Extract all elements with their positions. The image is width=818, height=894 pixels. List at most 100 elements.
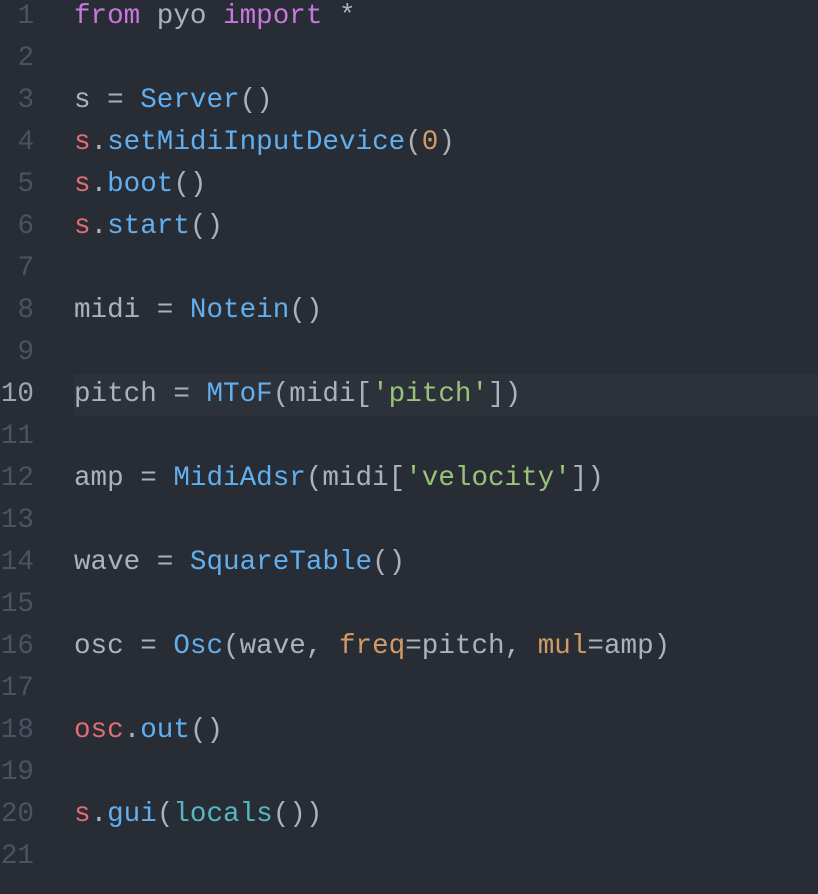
line-number: 6 [17,211,34,242]
line-code[interactable] [74,416,818,458]
line-code[interactable] [74,836,818,878]
code-line[interactable]: 17 [0,668,818,710]
line-code[interactable] [74,668,818,710]
code-token-param: freq [338,631,406,662]
code-token-txt: . [90,127,108,158]
line-code[interactable]: amp = MidiAdsr(midi['velocity']) [74,458,818,500]
code-token-txt: pyo [140,1,224,32]
code-line[interactable]: 3 s = Server() [0,80,818,122]
line-number: 3 [17,85,34,116]
code-line[interactable]: 1 from pyo import * [0,0,818,38]
code-line[interactable]: 13 [0,500,818,542]
code-token-txt: wave = [74,547,190,578]
line-code[interactable] [74,584,818,626]
code-line[interactable]: 16 osc = Osc(wave, freq=pitch, mul=amp) [0,626,818,668]
line-code[interactable] [74,248,818,290]
line-number: 17 [0,673,34,704]
line-number: 16 [0,631,34,662]
code-line[interactable]: 8 midi = Notein() [0,290,818,332]
line-code[interactable]: midi = Notein() [74,290,818,332]
line-number: 12 [0,463,34,494]
code-token-fn: setMidiInputDevice [107,127,406,158]
line-code[interactable]: s.setMidiInputDevice(0) [74,122,818,164]
line-number: 18 [0,715,34,746]
line-code[interactable]: from pyo import * [74,0,818,38]
code-token-txt: =pitch, [405,631,538,662]
code-line[interactable]: 7 [0,248,818,290]
code-token-txt: * [322,1,356,32]
code-token-txt: ) [438,127,455,158]
code-token-fn: Server [140,85,240,116]
line-code[interactable] [74,332,818,374]
code-token-kw: from [74,1,141,32]
line-number: 21 [0,841,34,872]
code-token-txt: osc = [74,631,174,662]
code-token-txt: s = [74,85,141,116]
code-token-txt: . [90,169,108,200]
line-number: 7 [17,253,34,284]
code-token-txt: ()) [272,799,323,830]
code-token-txt: . [90,799,108,830]
line-number: 8 [17,295,34,326]
code-line[interactable]: 12 amp = MidiAdsr(midi['velocity']) [0,458,818,500]
code-line[interactable]: 4 s.setMidiInputDevice(0) [0,122,818,164]
code-token-fn: MidiAdsr [173,463,306,494]
line-number: 20 [0,799,34,830]
code-line[interactable]: 6 s.start() [0,206,818,248]
line-code[interactable]: wave = SquareTable() [74,542,818,584]
line-number: 11 [0,421,34,452]
code-line[interactable]: 19 [0,752,818,794]
code-token-txt: () [289,295,323,326]
code-token-var: s [74,127,91,158]
code-token-var: s [74,169,91,200]
line-number: 5 [17,169,34,200]
line-number: 19 [0,757,34,788]
code-line[interactable]: 18 osc.out() [0,710,818,752]
line-code[interactable] [74,752,818,794]
code-token-txt: . [90,211,108,242]
code-line[interactable]: 2 [0,38,818,80]
code-line[interactable]: 9 [0,332,818,374]
code-token-txt: ]) [488,379,522,410]
code-token-txt: . [123,715,141,746]
line-number: 1 [17,1,34,32]
code-token-fn: out [140,715,190,746]
line-code[interactable]: s.start() [74,206,818,248]
code-token-txt: amp = [74,463,174,494]
code-line[interactable]: 14 wave = SquareTable() [0,542,818,584]
code-line[interactable]: 11 [0,416,818,458]
code-token-fn: start [107,211,190,242]
line-number: 9 [17,337,34,368]
line-code[interactable]: osc = Osc(wave, freq=pitch, mul=amp) [74,626,818,668]
code-token-txt: ]) [570,463,604,494]
code-line[interactable]: 10 pitch = MToF(midi['pitch']) [0,374,818,416]
code-token-fn: Osc [173,631,224,662]
line-code[interactable] [74,38,818,80]
code-line[interactable]: 15 [0,584,818,626]
code-token-txt: pitch = [74,379,207,410]
code-token-txt: (midi[ [305,463,406,494]
line-number: 13 [0,505,34,536]
code-token-str: 'velocity' [405,463,571,494]
line-code[interactable]: s.gui(locals()) [74,794,818,836]
line-code[interactable]: osc.out() [74,710,818,752]
line-number: 10 [0,379,34,410]
code-token-num: 0 [421,127,439,158]
code-token-var: osc [74,715,124,746]
line-number: 4 [17,127,34,158]
line-number: 15 [0,589,34,620]
code-token-txt: () [372,547,406,578]
code-token-txt: () [239,85,273,116]
code-token-txt: ( [405,127,422,158]
code-token-txt: () [173,169,207,200]
code-line[interactable]: 20 s.gui(locals()) [0,794,818,836]
line-code[interactable] [74,500,818,542]
code-editor[interactable]: 1 from pyo import * 2 3 s = Server() 4 s.setMi… [0,0,818,894]
code-line[interactable]: 5 s.boot() [0,164,818,206]
line-code[interactable]: s.boot() [74,164,818,206]
code-line[interactable]: 21 [0,836,818,878]
code-token-txt: (wave, [223,631,339,662]
line-code[interactable]: s = Server() [74,80,818,122]
code-token-fn: Notein [189,295,290,326]
line-code[interactable]: pitch = MToF(midi['pitch']) [74,374,818,416]
